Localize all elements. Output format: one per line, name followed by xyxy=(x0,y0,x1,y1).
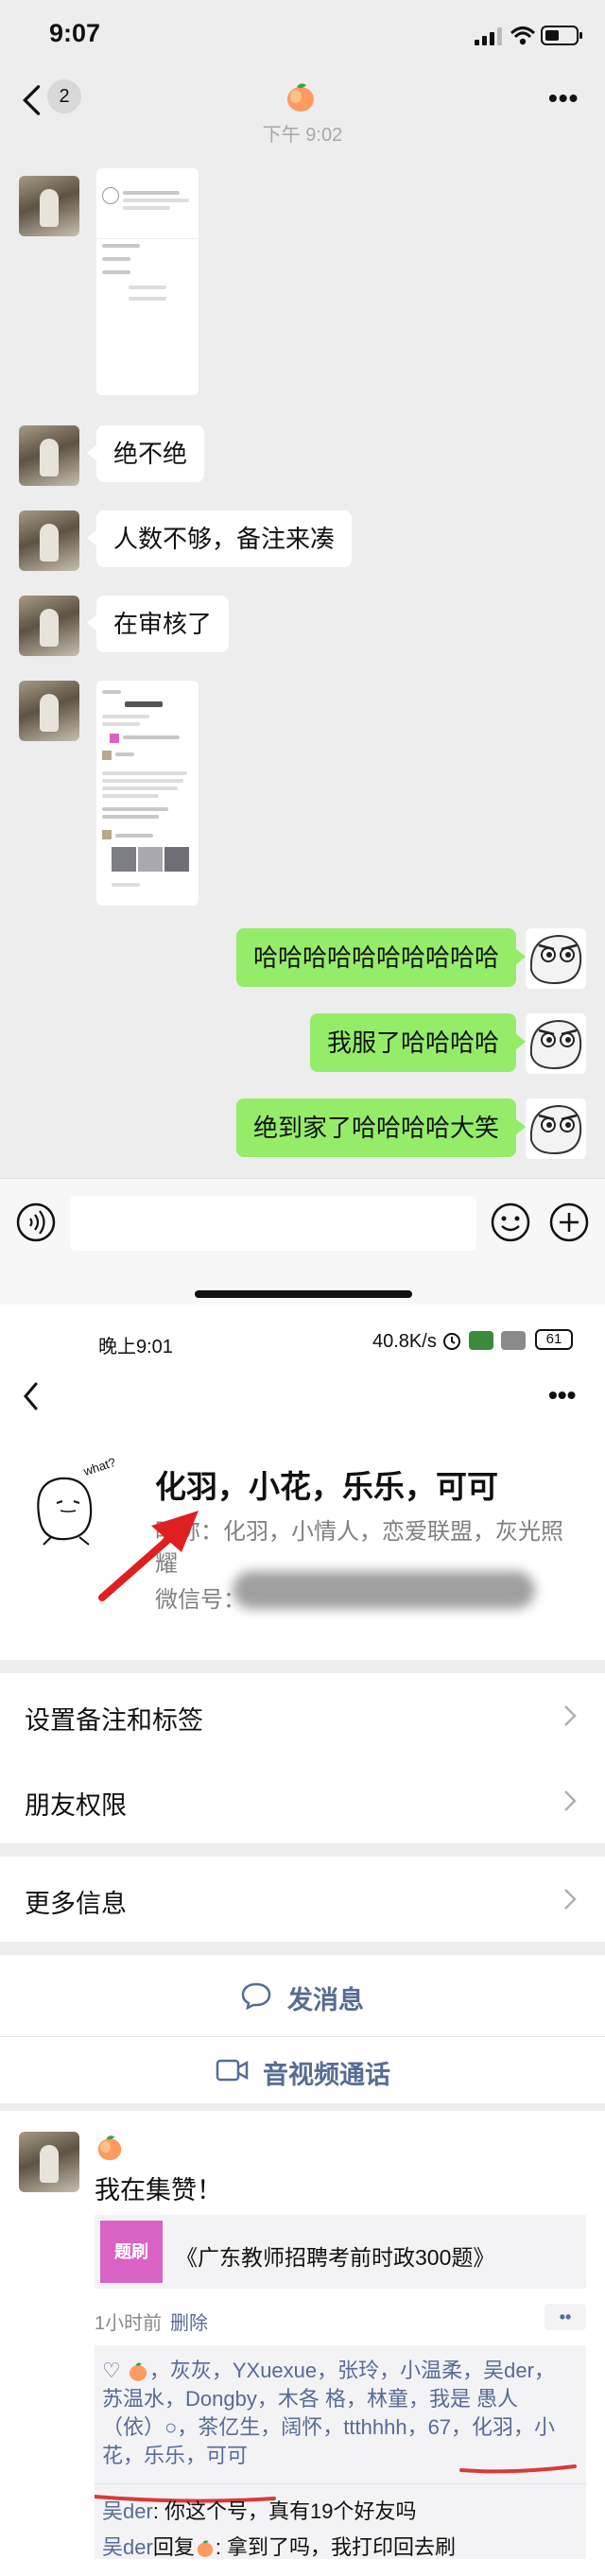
comment-like-menu-button[interactable]: •• xyxy=(544,2304,586,2330)
comment-author: 吴der xyxy=(102,2499,153,2523)
alarm-clock-icon xyxy=(443,1333,460,1350)
battery-level: 61 xyxy=(535,1329,573,1350)
comment-text: : 拿到了吗，我打印回去刷 xyxy=(215,2535,457,2559)
contact-avatar[interactable] xyxy=(19,596,79,656)
red-arrow-annotation xyxy=(98,1511,199,1601)
comment-text: : 你这个号，真有19个好友吗 xyxy=(152,2499,417,2523)
peach-emoji-icon[interactable] xyxy=(95,2134,125,2162)
av-call-label: 音视频通话 xyxy=(263,2061,390,2089)
status-time: 9:07 xyxy=(49,19,101,47)
chat-input-bar xyxy=(0,1178,605,1305)
section-divider xyxy=(0,1843,605,1857)
chevron-right-icon xyxy=(564,1790,577,1811)
moments-post: 我在集赞！ 题刷 《广东教师招聘考前时政300题》 1小时前 删除 •• ♡ ，… xyxy=(0,2103,605,2576)
more-options-icon[interactable]: ••• xyxy=(548,1380,576,1410)
more-options-icon[interactable]: ••• xyxy=(548,83,579,113)
link-title: 《广东教师招聘考前时政300题》 xyxy=(176,2245,495,2270)
message-bubble[interactable]: 在审核了 xyxy=(86,596,230,652)
network-speed: 40.8K/s xyxy=(372,1331,437,1352)
redacted-wechat-id xyxy=(233,1571,535,1609)
status-bar: 晚上9:01 40.8K/s 61 xyxy=(0,1305,605,1357)
post-time: 1小时前 xyxy=(95,2313,163,2334)
sticker-avatar[interactable] xyxy=(526,928,586,989)
comment-author: 吴der xyxy=(102,2535,153,2559)
row-remarks-tags[interactable]: 设置备注和标签 xyxy=(0,1673,605,1758)
row-label: 设置备注和标签 xyxy=(25,1706,203,1735)
message-bubble[interactable]: 绝不绝 xyxy=(86,425,205,482)
likes-separator xyxy=(95,2483,586,2484)
status-bar: 9:07 xyxy=(0,0,605,66)
section-divider xyxy=(0,1660,605,1673)
screenshot-image[interactable] xyxy=(96,681,199,906)
contact-avatar[interactable] xyxy=(19,681,79,741)
chevron-right-icon xyxy=(564,1705,577,1726)
cartoon-sticker-icon xyxy=(529,1104,582,1155)
emoji-icon[interactable] xyxy=(490,1202,531,1243)
profile-name: 化羽，小花，乐乐，可可 xyxy=(155,1469,498,1504)
peach-emoji-icon xyxy=(129,2362,147,2381)
contact-avatar[interactable] xyxy=(19,510,79,571)
cellular-signal-icon xyxy=(475,26,503,45)
post-text: 我在集赞！ xyxy=(95,2176,222,2204)
heart-icon: ♡ xyxy=(102,2359,127,2382)
av-call-button[interactable]: 音视频通话 xyxy=(0,2037,605,2103)
poster-avatar[interactable] xyxy=(19,2132,79,2192)
likes-line: 苏温水，Dongby，木各 格，林童，我是 愚人 xyxy=(102,2387,519,2411)
chat-screen: 9:07 2 ••• 下午 9:02 绝不绝 人数不够，备注来凑 在审核了 哈哈… xyxy=(0,0,605,1305)
section-divider xyxy=(0,2103,605,2111)
video-camera-icon xyxy=(216,2059,249,2082)
comment-text: 回复 xyxy=(152,2535,195,2559)
likes-row-1: ♡ ，灰灰，YXuexue，张玲，小温柔，吴der， xyxy=(102,2357,586,2385)
row-label: 朋友权限 xyxy=(25,1791,127,1820)
chevron-right-icon xyxy=(564,1889,577,1910)
peach-emoji-icon xyxy=(287,83,314,112)
unread-badge: 2 xyxy=(47,79,81,113)
chat-bubble-icon xyxy=(241,1982,271,2010)
delete-link[interactable]: 删除 xyxy=(170,2308,208,2335)
row-friend-permissions[interactable]: 朋友权限 xyxy=(0,1758,605,1843)
section-divider xyxy=(0,1942,605,1955)
signal-icon xyxy=(501,1331,526,1350)
contact-avatar[interactable] xyxy=(19,425,79,486)
app-status-icon xyxy=(469,1331,493,1350)
wifi-icon xyxy=(510,26,535,45)
profile-screen: 晚上9:01 40.8K/s 61 ••• what? 化羽，小花，乐乐，可可 … xyxy=(0,1305,605,2103)
row-more-info[interactable]: 更多信息 xyxy=(0,1857,605,1942)
peach-emoji-icon xyxy=(197,2540,214,2557)
message-timestamp: 下午 9:02 xyxy=(262,125,343,146)
message-bubble-sent[interactable]: 我服了哈哈哈哈 xyxy=(309,1013,527,1072)
send-message-label: 发消息 xyxy=(287,1986,364,2014)
cartoon-sticker-icon xyxy=(529,934,582,985)
message-bubble[interactable]: 人数不够，备注来凑 xyxy=(86,510,353,567)
likes-comments-panel: ♡ ，灰灰，YXuexue，张玲，小温柔，吴der， 苏温水，Dongby，木各… xyxy=(95,2345,586,2559)
contact-avatar[interactable] xyxy=(19,176,79,236)
comment-row[interactable]: 吴der回复 : 拿到了吗，我打印回去刷 xyxy=(102,2531,456,2561)
profile-nickname: 昵称：化羽，小情人，恋爱联盟，灰光照 xyxy=(155,1519,563,1545)
link-thumbnail: 题刷 xyxy=(100,2221,163,2283)
shared-link-card[interactable]: 题刷 《广东教师招聘考前时政300题》 xyxy=(95,2215,586,2289)
screenshot-image[interactable] xyxy=(96,168,199,395)
likes-line: ，灰灰，YXuexue，张玲，小温柔，吴der， xyxy=(148,2359,555,2382)
back-chevron-icon[interactable] xyxy=(23,1382,40,1410)
message-bubble-sent[interactable]: 哈哈哈哈哈哈哈哈哈哈 xyxy=(235,928,527,987)
comment-row[interactable]: 吴der: 你这个号，真有19个好友吗 xyxy=(102,2495,417,2525)
send-message-button[interactable]: 发消息 xyxy=(0,1955,605,2036)
cartoon-sticker-icon xyxy=(529,1019,582,1070)
sticker-avatar[interactable] xyxy=(526,1098,586,1159)
status-time: 晚上9:01 xyxy=(98,1337,173,1357)
message-input[interactable] xyxy=(70,1196,476,1251)
voice-input-icon[interactable] xyxy=(15,1202,57,1243)
home-indicator xyxy=(195,1290,412,1298)
battery-icon xyxy=(541,26,582,45)
message-bubble-sent[interactable]: 绝到家了哈哈哈哈大笑 xyxy=(235,1098,527,1157)
back-chevron-icon[interactable] xyxy=(21,81,43,119)
row-label: 更多信息 xyxy=(25,1890,127,1918)
add-more-icon[interactable] xyxy=(548,1202,590,1243)
sticker-avatar[interactable] xyxy=(526,1013,586,1074)
